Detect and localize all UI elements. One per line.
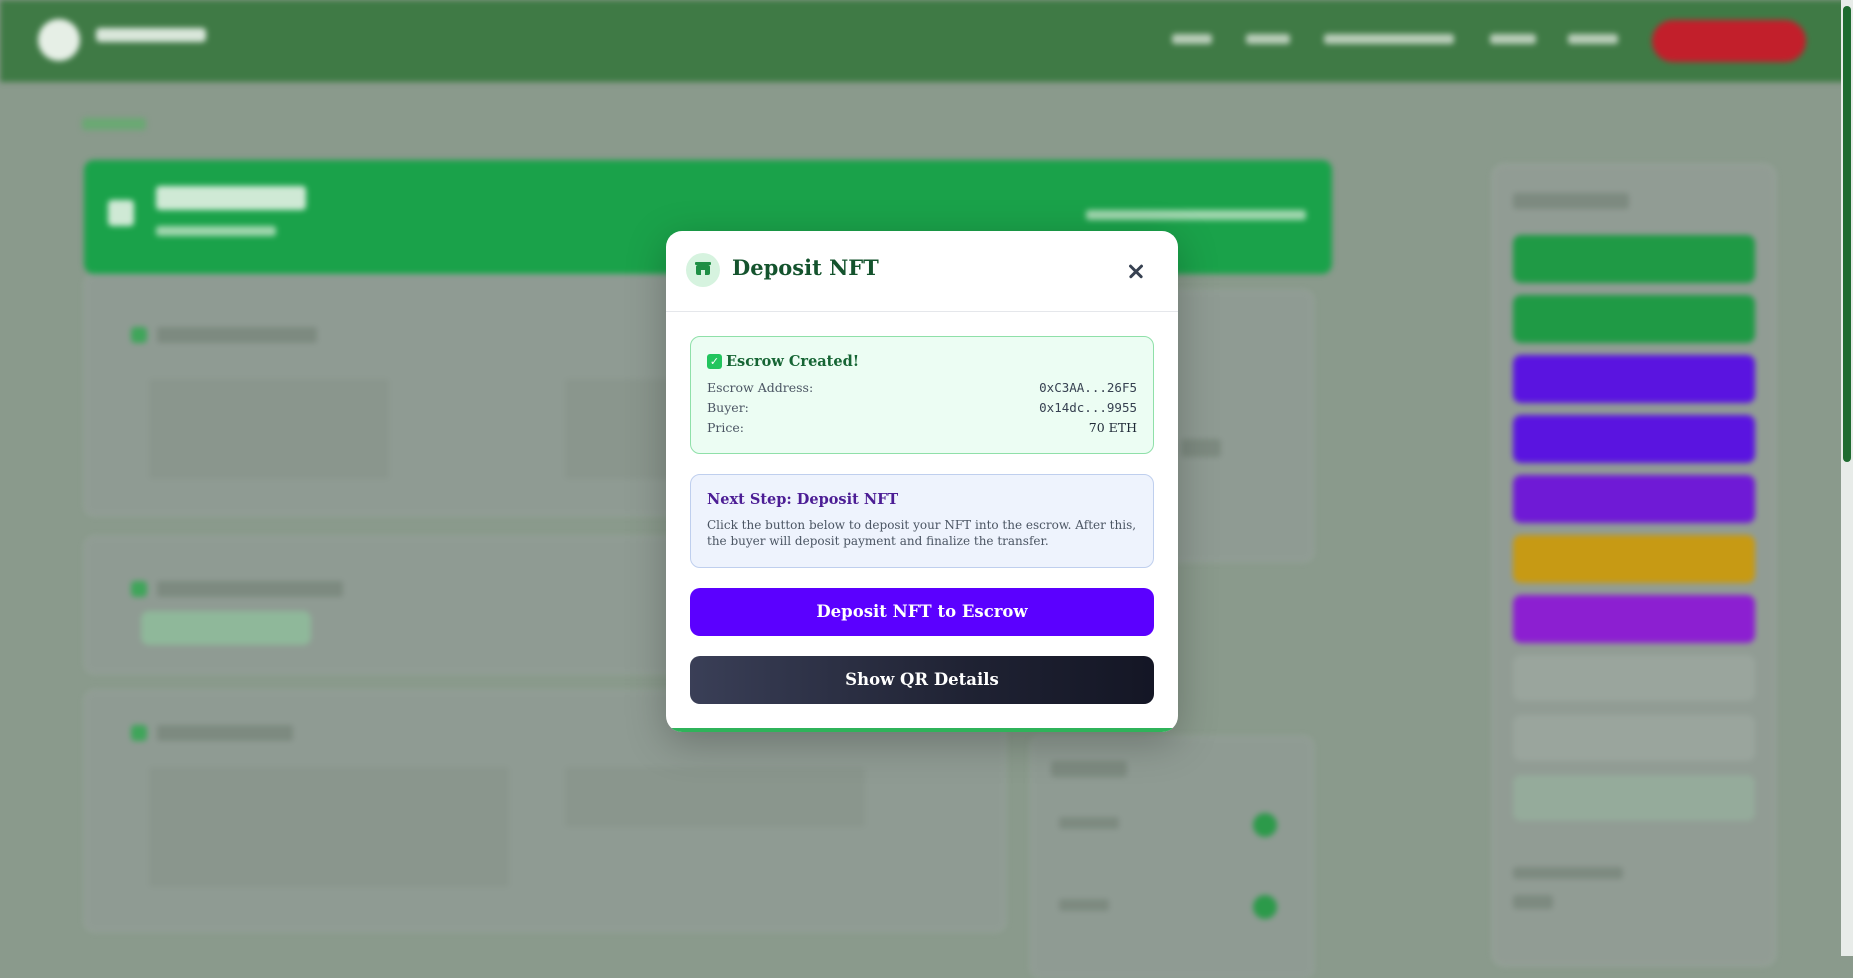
price-value: 70 ETH (1088, 420, 1137, 435)
action-button[interactable] (1513, 415, 1755, 463)
store-icon (686, 253, 720, 287)
escrow-created-panel: ✓ Escrow Created! Escrow Address: 0xC3AA.… (690, 336, 1154, 454)
vessel-subtitle (156, 226, 276, 236)
close-icon[interactable] (1122, 257, 1150, 285)
action-button[interactable] (1513, 775, 1755, 821)
scrollbar-thumb[interactable] (1843, 6, 1851, 462)
action-button[interactable] (1513, 535, 1755, 583)
modal-bottom-accent (666, 728, 1178, 732)
signatures-card (1030, 736, 1314, 978)
top-navigation-bar (0, 0, 1853, 82)
disconnect-button[interactable] (1652, 20, 1806, 62)
vessel-title (156, 186, 306, 210)
action-button[interactable] (1513, 355, 1755, 403)
nav-item[interactable] (1324, 34, 1454, 44)
deposit-nft-to-escrow-button[interactable]: Deposit NFT to Escrow (690, 588, 1154, 636)
quick-actions-sidebar (1492, 164, 1776, 966)
escrow-address-value: 0xC3AA...26F5 (1039, 380, 1137, 395)
escrow-created-heading: ✓ Escrow Created! (707, 353, 859, 370)
next-step-description: Click the button below to deposit your N… (707, 518, 1137, 548)
next-step-title: Next Step: Deposit NFT (707, 491, 899, 508)
page-scrollbar[interactable] (1841, 0, 1853, 956)
check-icon (1253, 813, 1277, 837)
action-button[interactable] (1513, 295, 1755, 343)
buyer-value: 0x14dc...9955 (1039, 400, 1137, 415)
nav-item[interactable] (1490, 34, 1536, 44)
section-icon (131, 327, 147, 343)
modal-title: Deposit NFT (732, 255, 879, 280)
price-label: Price: (707, 420, 744, 435)
logo-icon (38, 19, 80, 61)
nav-item[interactable] (1172, 34, 1212, 44)
app-name (96, 28, 206, 42)
action-button[interactable] (1513, 235, 1755, 283)
action-button[interactable] (1513, 715, 1755, 761)
vessel-meta (1086, 210, 1306, 220)
back-link[interactable] (82, 118, 146, 130)
check-mark-icon: ✓ (707, 354, 722, 369)
deposit-nft-modal: Deposit NFT ✓ Escrow Created! Escrow Addr… (666, 231, 1178, 732)
ship-icon (108, 200, 134, 226)
escrow-created-title: Escrow Created! (726, 353, 860, 370)
buyer-label: Buyer: (707, 400, 749, 415)
action-button[interactable] (1513, 655, 1755, 701)
next-step-panel: Next Step: Deposit NFT Click the button … (690, 474, 1154, 568)
check-icon (1253, 895, 1277, 919)
section-icon (131, 581, 147, 597)
nav-item[interactable] (1246, 34, 1290, 44)
action-button[interactable] (1513, 475, 1755, 523)
section-icon (131, 725, 147, 741)
modal-header: Deposit NFT (666, 231, 1178, 312)
show-qr-details-button[interactable]: Show QR Details (690, 656, 1154, 704)
nav-item[interactable] (1568, 34, 1618, 44)
action-button[interactable] (1513, 595, 1755, 643)
escrow-address-label: Escrow Address: (707, 380, 814, 395)
